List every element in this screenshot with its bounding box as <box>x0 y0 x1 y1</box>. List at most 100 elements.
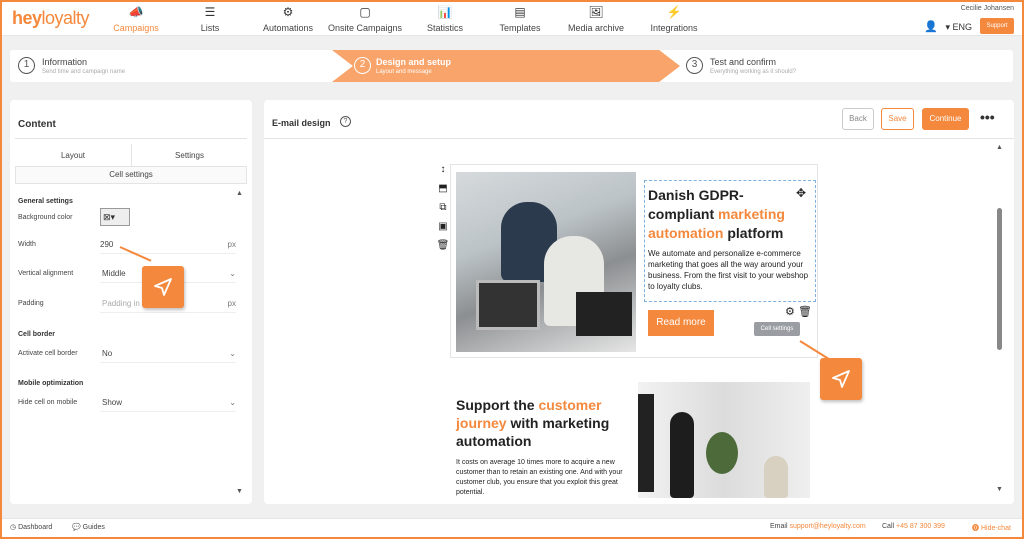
panel-title: E-mail design <box>272 118 331 128</box>
nav-campaigns-label: Campaigns <box>113 23 159 33</box>
nav-media-archive[interactable]: 🖼 Media archive <box>564 5 628 33</box>
continue-button[interactable]: Continue <box>922 108 969 130</box>
cursor-arrow-icon <box>154 278 172 296</box>
scroll-down-icon[interactable]: ▼ <box>996 486 1003 493</box>
hero-photo[interactable] <box>456 172 636 352</box>
step-subtitle: Send time and campaign name <box>42 69 126 75</box>
chevron-down-icon: ⌄ <box>229 398 236 407</box>
logo-hey-text: hey <box>12 8 42 28</box>
width-value: 290 <box>100 240 114 249</box>
nav-automations[interactable]: ⚙ Automations <box>260 5 316 33</box>
step-subtitle: Layout and message <box>376 69 432 75</box>
more-options-icon[interactable]: ••• <box>980 109 995 125</box>
footer-bar: ◷ Dashboard 💬 Guides Email support@heylo… <box>2 518 1022 537</box>
section-body-text[interactable]: It costs on average 10 times more to acq… <box>456 458 628 498</box>
step-design-and-setup[interactable]: 2 Design and setup Layout and message <box>332 50 680 82</box>
nav-statistics[interactable]: 📊 Statistics <box>420 5 470 33</box>
trash-icon[interactable]: 🗑 <box>798 306 812 318</box>
padding-unit: px <box>227 299 236 308</box>
dashboard-icon: ◷ <box>10 524 19 531</box>
phone-link[interactable]: +45 87 300 399 <box>896 523 945 530</box>
hero-headline[interactable]: Danish GDPR-compliant marketing automati… <box>648 186 798 243</box>
headline-text: Support the <box>456 397 539 413</box>
trash-icon[interactable]: 🗑 <box>436 240 450 259</box>
chevron-down-icon: ⌄ <box>229 269 236 278</box>
nav-statistics-label: Statistics <box>426 23 463 33</box>
guides-label: Guides <box>82 524 105 531</box>
nav-templates[interactable]: ▤ Templates <box>496 5 544 33</box>
cell-settings-icon[interactable]: ⚙ <box>785 306 795 318</box>
nav-campaigns[interactable]: 📣 Campaigns <box>108 5 164 33</box>
step-subtitle: Everything working as it should? <box>710 69 797 75</box>
hide-cell-on-mobile-label: Hide cell on mobile <box>18 399 78 406</box>
cell-actions: ⚙ 🗑 <box>785 305 812 318</box>
tab-cell-settings[interactable]: Cell settings <box>15 166 247 184</box>
content-settings-panel: Content Layout Settings Cell settings ▲ … <box>10 100 252 504</box>
nav-automations-label: Automations <box>262 23 314 33</box>
guides-link[interactable]: 💬 Guides <box>72 523 105 531</box>
user-settings-icon[interactable]: 👤 <box>924 20 938 33</box>
chevron-down-icon: ⌄ <box>229 349 236 358</box>
section-photo[interactable] <box>638 382 810 498</box>
activate-cell-border-label: Activate cell border <box>18 350 78 357</box>
scroll-up-icon[interactable]: ▲ <box>236 190 243 197</box>
width-label: Width <box>18 241 36 248</box>
cursor-callout <box>820 358 862 400</box>
vertical-alignment-value: Middle <box>102 269 126 278</box>
block-toolbar: ↕ ⬒ ⧉ ▣ 🗑 <box>436 164 450 259</box>
footer-call: Call +45 87 300 399 <box>882 523 945 530</box>
width-input[interactable]: 290 px <box>100 236 236 254</box>
section-mobile-optimization: Mobile optimization <box>18 380 84 387</box>
duplicate-icon[interactable]: ⧉ <box>436 202 450 221</box>
tab-settings[interactable]: Settings <box>132 144 247 164</box>
support-button[interactable]: Support <box>980 18 1014 34</box>
language-selector[interactable]: ▾ ENG <box>945 22 972 33</box>
step-test-and-confirm[interactable]: 3 Test and confirm Everything working as… <box>678 50 978 82</box>
padding-placeholder: Padding in <box>102 299 140 308</box>
move-icon[interactable]: ✥ <box>796 186 806 200</box>
nav-lists[interactable]: ☰ Lists <box>188 5 232 33</box>
hide-chat-label: Hide-chat <box>980 525 1011 532</box>
activate-cell-border-select[interactable]: No ⌄ <box>100 345 236 363</box>
floppy-save-icon[interactable]: ▣ <box>436 221 450 240</box>
back-button[interactable]: Back <box>842 108 874 130</box>
footer-email: Email support@heyloyalty.com <box>770 523 866 530</box>
activate-cell-border-value: No <box>102 349 113 358</box>
save-block-icon[interactable]: ⬒ <box>436 183 450 202</box>
scroll-up-icon[interactable]: ▲ <box>996 144 1003 151</box>
read-more-button[interactable]: Read more <box>648 310 714 336</box>
nav-templates-label: Templates <box>499 23 541 33</box>
photo-person-shape <box>764 456 788 498</box>
user-name: Cecilie Johansen <box>960 5 1014 12</box>
background-color-picker[interactable]: ⊠▾ <box>100 208 130 226</box>
hide-cell-on-mobile-select[interactable]: Show ⌄ <box>100 394 236 412</box>
section-headline[interactable]: Support the customer journey with market… <box>456 396 636 450</box>
save-button[interactable]: Save <box>881 108 914 130</box>
email-link[interactable]: support@heyloyalty.com <box>789 523 865 530</box>
help-icon[interactable]: ? <box>340 116 351 127</box>
plug-icon: ⚡ <box>666 5 682 19</box>
cell-settings-tooltip: Cell settings <box>754 322 800 336</box>
hero-body-text[interactable]: We automate and personalize e-commerce m… <box>648 248 812 292</box>
nav-onsite-campaigns[interactable]: ▢ Onsite Campaigns <box>328 5 402 33</box>
scrollbar-thumb[interactable] <box>997 208 1002 350</box>
tab-layout[interactable]: Layout <box>15 144 131 164</box>
background-color-label: Background color <box>18 214 73 221</box>
hide-chat-button[interactable]: ⓿ Hide-chat <box>972 523 1011 533</box>
resize-vertical-icon[interactable]: ↕ <box>436 164 450 183</box>
step-title: Test and confirm <box>710 57 777 67</box>
nav-integrations[interactable]: ⚡ Integrations <box>646 5 702 33</box>
section-cell-border: Cell border <box>18 331 55 338</box>
section-general-settings: General settings <box>18 198 73 205</box>
vertical-alignment-label: Vertical alignment <box>18 270 74 277</box>
dashboard-link[interactable]: ◷ Dashboard <box>10 523 52 531</box>
photo-plant-shape <box>706 432 738 474</box>
template-icon: ▤ <box>514 5 526 19</box>
heyloyalty-logo[interactable]: heyloyalty <box>12 8 90 29</box>
scroll-down-icon[interactable]: ▼ <box>236 488 243 495</box>
guides-icon: 💬 <box>72 524 83 531</box>
photo-monitor-shape <box>476 280 540 330</box>
call-label: Call <box>882 523 895 530</box>
step-information[interactable]: 1 Information Send time and campaign nam… <box>10 50 330 82</box>
image-icon: 🖼 <box>588 5 604 19</box>
